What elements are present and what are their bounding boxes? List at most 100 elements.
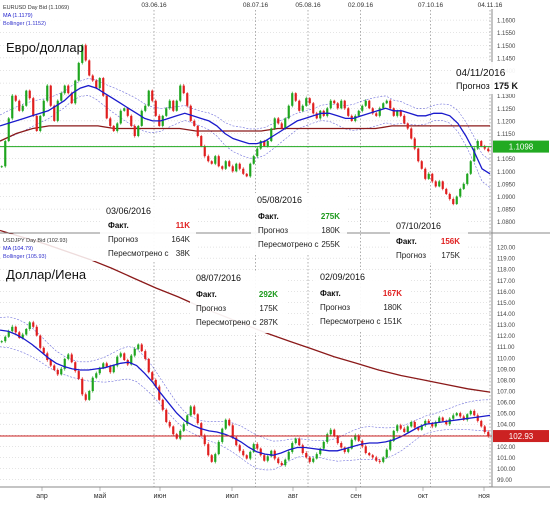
candle-body: [49, 85, 52, 106]
candle-body: [4, 141, 7, 167]
candle-body: [399, 425, 402, 429]
candle-body: [203, 435, 206, 445]
candle-body: [63, 85, 66, 94]
candle-body: [175, 100, 178, 111]
candle-body: [291, 93, 294, 106]
candle-body: [11, 95, 14, 119]
candle-body: [249, 451, 252, 459]
candle-body: [298, 438, 301, 446]
candle-body: [77, 62, 80, 81]
jpy-annotation-box-2: 02/09/2016 Факт. 167K Прогноз 180K Перес…: [314, 270, 410, 332]
month-label: авг: [288, 493, 299, 500]
candle-body: [396, 110, 399, 116]
y-tick-label: 109.00: [497, 367, 516, 373]
candle-body: [291, 443, 294, 452]
candle-body: [375, 457, 378, 461]
candle-body: [368, 453, 371, 456]
candle-body: [336, 103, 339, 109]
candle-body: [221, 428, 224, 442]
candle-body: [35, 326, 38, 336]
candle-body: [420, 161, 423, 169]
annotation-value-revised: 255K: [321, 240, 340, 249]
candle-body: [298, 100, 301, 111]
candle-body: [123, 108, 126, 111]
candle-body: [39, 115, 42, 131]
candle-body: [389, 440, 392, 450]
candle-body: [140, 110, 143, 126]
candle-body: [294, 93, 297, 101]
candle-body: [385, 100, 388, 104]
forecast-note-label: Прогноз: [456, 81, 490, 91]
y-tick-label: 99.00: [497, 478, 513, 484]
candle-body: [210, 455, 213, 462]
candle-body: [39, 335, 42, 348]
candle-body: [480, 420, 483, 427]
candle-body: [438, 181, 441, 187]
y-tick-label: 1.0800: [497, 220, 516, 226]
candle-body: [102, 363, 105, 368]
candle-body: [172, 426, 175, 435]
candle-body: [88, 60, 91, 76]
candle-body: [403, 115, 406, 124]
candle-body: [455, 196, 458, 205]
candle-body: [189, 406, 192, 416]
y-tick-label: 104.00: [497, 423, 516, 429]
candle-body: [466, 173, 469, 184]
candle-body: [431, 173, 434, 182]
candle-body: [392, 108, 395, 116]
y-tick-label: 105.00: [497, 412, 516, 418]
candle-body: [98, 78, 101, 89]
annotation-label-revised: Пересмотрено с: [320, 317, 381, 326]
annotation-label-actual: Факт.: [320, 289, 341, 298]
candle-body: [452, 199, 455, 205]
candle-body: [25, 90, 28, 106]
y-tick-label: 120.00: [497, 246, 516, 252]
eur-annotation-box-3: 07/10/2016 Факт. 156K Прогноз 175K: [390, 219, 468, 263]
annotation-label-revised: Пересмотрено с: [108, 249, 169, 258]
candle-body: [469, 410, 472, 415]
candle-body: [284, 459, 287, 466]
candle-body: [396, 425, 399, 431]
annotation-value-forecast: 175K: [441, 251, 460, 260]
candle-body: [123, 353, 126, 360]
annotation-date: 08/07/2016: [196, 273, 241, 283]
candle-body: [441, 181, 444, 189]
y-tick-label: 100.00: [497, 467, 516, 473]
candle-body: [147, 90, 150, 106]
annotation-value-forecast: 164K: [171, 235, 190, 244]
top-date-label: 08.07.16: [243, 2, 269, 9]
eur-last-price: 1.1098: [509, 143, 534, 152]
y-tick-label: 108.00: [497, 378, 516, 384]
candle-body: [378, 460, 381, 462]
eur-y-axis: 1.16001.15501.15001.14501.14001.13501.13…: [497, 19, 516, 227]
candle-body: [84, 394, 87, 400]
candle-body: [413, 422, 416, 428]
annotation-value-actual: 11K: [176, 221, 190, 230]
candle-body: [210, 161, 213, 164]
candle-body: [137, 344, 140, 349]
annotation-label-forecast: Прогноз: [320, 303, 350, 312]
candle-body: [193, 120, 196, 126]
candle-body: [329, 429, 332, 435]
candle-body: [140, 344, 143, 352]
top-date-label: 04.11.16: [478, 2, 503, 9]
month-label: апр: [36, 493, 48, 500]
y-tick-label: 102.00: [497, 445, 516, 451]
candle-body: [315, 454, 318, 459]
candle-body: [424, 168, 427, 179]
candle-body: [207, 156, 210, 162]
candle-body: [329, 100, 332, 109]
candle-body: [305, 98, 308, 106]
annotation-value-forecast: 175K: [259, 304, 278, 313]
candle-body: [67, 354, 70, 359]
candle-body: [179, 430, 182, 439]
y-tick-label: 1.0950: [497, 182, 516, 188]
candle-body: [119, 110, 122, 124]
annotation-label-forecast: Прогноз: [108, 235, 138, 244]
jpy-last-price: 102.93: [509, 432, 534, 441]
annotation-value-forecast: 180K: [383, 303, 402, 312]
candle-body: [168, 422, 171, 427]
annotation-label-revised: Пересмотрено с: [196, 318, 257, 327]
candle-body: [357, 110, 360, 116]
candle-body: [252, 156, 255, 164]
